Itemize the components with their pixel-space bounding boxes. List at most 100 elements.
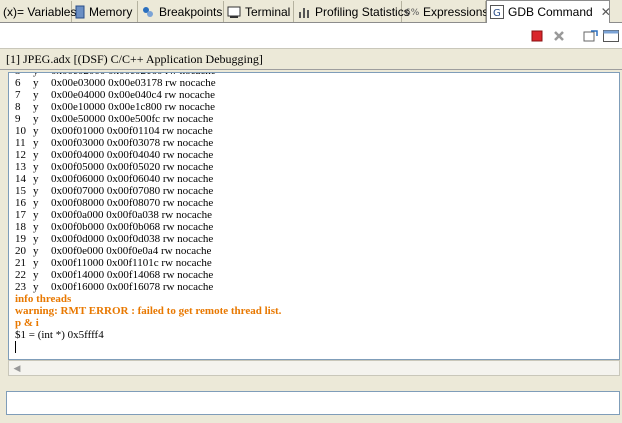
console-command-line: info threads xyxy=(15,293,72,305)
region-enabled: y xyxy=(33,233,39,245)
region-enabled: y xyxy=(33,185,39,197)
region-enabled: y xyxy=(33,161,39,173)
tab-expressions[interactable]: 6% Expressions xyxy=(402,1,489,22)
memory-region-row: 11 y 0x00f03000 0x00f03078 rw nocache xyxy=(15,137,619,149)
memory-region-row: 16 y 0x00f08000 0x00f08070 rw nocache xyxy=(15,197,619,209)
region-number: 16 xyxy=(15,197,26,209)
remove-button[interactable] xyxy=(551,28,567,44)
region-number: 19 xyxy=(15,233,26,245)
region-range: 0x00e50000 0x00e500fc rw nocache xyxy=(51,113,214,125)
region-range: 0x00e10000 0x00e1c800 rw nocache xyxy=(51,101,216,113)
tab-label-profiling: Profiling Statistics xyxy=(315,4,410,19)
region-range: 0x00f0a000 0x00f0a038 rw nocache xyxy=(51,209,212,221)
region-enabled: y xyxy=(33,125,39,137)
region-enabled: y xyxy=(33,197,39,209)
region-enabled: y xyxy=(33,113,39,125)
tab-label-expressions: Expressions xyxy=(423,4,489,19)
memory-region-row: 12 y 0x00f04000 0x00f04040 rw nocache xyxy=(15,149,619,161)
breakpoints-icon xyxy=(141,5,155,19)
tab-profiling-statistics[interactable]: Profiling Statistics xyxy=(294,1,410,22)
tab-label-memory: Memory xyxy=(89,4,133,19)
region-number: 8 xyxy=(15,101,21,113)
region-number: 15 xyxy=(15,185,26,197)
tab-label-gdb: GDB Command xyxy=(508,5,593,19)
region-range: 0x00f08000 0x00f08070 rw nocache xyxy=(51,197,214,209)
region-number: 11 xyxy=(15,137,26,149)
region-range: 0x00f01000 0x00f01104 rw nocache xyxy=(51,125,213,137)
tab-breakpoints[interactable]: Breakpoints xyxy=(138,1,224,22)
memory-region-row: 10 y 0x00f01000 0x00f01104 rw nocache xyxy=(15,125,619,137)
gdb-console-output[interactable]: 5y0x00e02000 0x00e02160 rw nocache6y0x00… xyxy=(8,72,620,360)
region-range: 0x00f06000 0x00f06040 rw nocache xyxy=(51,173,214,185)
console-command-line: p & i xyxy=(15,317,39,329)
region-range: 0x00f11000 0x00f1101c rw nocache xyxy=(51,257,212,269)
region-enabled: y xyxy=(33,281,39,293)
tab-gdb-command[interactable]: G GDB Command ✕ xyxy=(486,0,611,23)
tab-label-breakpoints: Breakpoints xyxy=(159,4,223,19)
region-number: 17 xyxy=(15,209,26,221)
remove-x-icon xyxy=(554,31,564,41)
memory-icon xyxy=(75,5,85,19)
svg-text:G: G xyxy=(493,8,501,19)
memory-region-row: 13 y 0x00f05000 0x00f05020 rw nocache xyxy=(15,161,619,173)
region-number: 20 xyxy=(15,245,26,257)
region-range: 0x00f16000 0x00f16078 rw nocache xyxy=(51,281,214,293)
tab-memory[interactable]: Memory xyxy=(72,1,138,22)
memory-region-row: 20 y 0x00f0e000 0x00f0e0a4 rw nocache xyxy=(15,245,619,257)
region-number: 18 xyxy=(15,221,26,233)
terminate-button[interactable] xyxy=(529,28,545,44)
close-icon[interactable]: ✕ xyxy=(601,5,611,19)
console-result-line: $1 = (int *) 0x5ffff4 xyxy=(15,329,104,341)
region-range: 0x00f0e000 0x00f0e0a4 rw nocache xyxy=(51,245,212,257)
region-number: 13 xyxy=(15,161,26,173)
region-range: 0x00f14000 0x00f14068 rw nocache xyxy=(51,269,214,281)
region-range: 0x00f0d000 0x00f0d038 rw nocache xyxy=(51,233,214,245)
memory-region-row: 7 y 0x00e04000 0x00e040c4 rw nocache xyxy=(15,89,619,101)
gdb-icon: G xyxy=(490,5,504,19)
region-enabled: y xyxy=(33,209,39,221)
memory-region-row: 8 y 0x00e10000 0x00e1c800 rw nocache xyxy=(15,101,619,113)
svg-text:6%: 6% xyxy=(405,8,419,18)
region-enabled: y xyxy=(33,101,39,113)
region-range: 0x00e03000 0x00e03178 rw nocache xyxy=(51,77,216,89)
region-number: 10 xyxy=(15,125,26,137)
tab-terminal[interactable]: Terminal xyxy=(224,1,294,22)
memory-region-row: 18 y 0x00f0b000 0x00f0b068 rw nocache xyxy=(15,221,619,233)
memory-region-row: 21 y 0x00f11000 0x00f1101c rw nocache xyxy=(15,257,619,269)
window-icon xyxy=(603,30,619,42)
region-enabled: y xyxy=(33,269,39,281)
region-range: 0x00e04000 0x00e040c4 rw nocache xyxy=(51,89,216,101)
region-enabled: y xyxy=(33,173,39,185)
region-enabled: y xyxy=(33,257,39,269)
scroll-left-icon[interactable]: ◀ xyxy=(11,363,23,374)
region-number: 14 xyxy=(15,173,26,185)
display-selected-button[interactable] xyxy=(583,28,599,44)
region-enabled: y xyxy=(33,149,39,161)
memory-region-row: 17 y 0x00f0a000 0x00f0a038 rw nocache xyxy=(15,209,619,221)
gdb-command-input[interactable] xyxy=(6,391,620,415)
session-label: [1] JPEG.adx [(DSF) C/C++ Application De… xyxy=(0,49,622,70)
region-enabled: y xyxy=(33,77,39,89)
horizontal-scrollbar[interactable]: ◀ xyxy=(8,360,620,376)
memory-region-row: 6 y 0x00e03000 0x00e03178 rw nocache xyxy=(15,77,619,89)
region-range: 0x00f05000 0x00f05020 rw nocache xyxy=(51,161,214,173)
memory-region-row: 22 y 0x00f14000 0x00f14068 rw nocache xyxy=(15,269,619,281)
region-number: 6 xyxy=(15,77,21,89)
memory-region-row: 19 y 0x00f0d000 0x00f0d038 rw nocache xyxy=(15,233,619,245)
memory-region-row: 9 y 0x00e50000 0x00e500fc rw nocache xyxy=(15,113,619,125)
region-number: 23 xyxy=(15,281,26,293)
terminal-icon xyxy=(227,5,241,19)
view-toolbar xyxy=(0,23,622,49)
view-menu-button[interactable] xyxy=(603,28,619,44)
region-range: 0x00f04000 0x00f04040 rw nocache xyxy=(51,149,214,161)
region-enabled: y xyxy=(33,137,39,149)
tab-variables[interactable]: (x)= Variables xyxy=(0,1,76,22)
region-enabled: y xyxy=(33,245,39,257)
tab-label-terminal: Terminal xyxy=(245,4,291,19)
region-number: 12 xyxy=(15,149,26,161)
region-enabled: y xyxy=(33,89,39,101)
console-cursor-line xyxy=(15,341,619,353)
display-icon xyxy=(583,30,598,42)
region-number: 22 xyxy=(15,269,26,281)
region-number: 7 xyxy=(15,89,21,101)
